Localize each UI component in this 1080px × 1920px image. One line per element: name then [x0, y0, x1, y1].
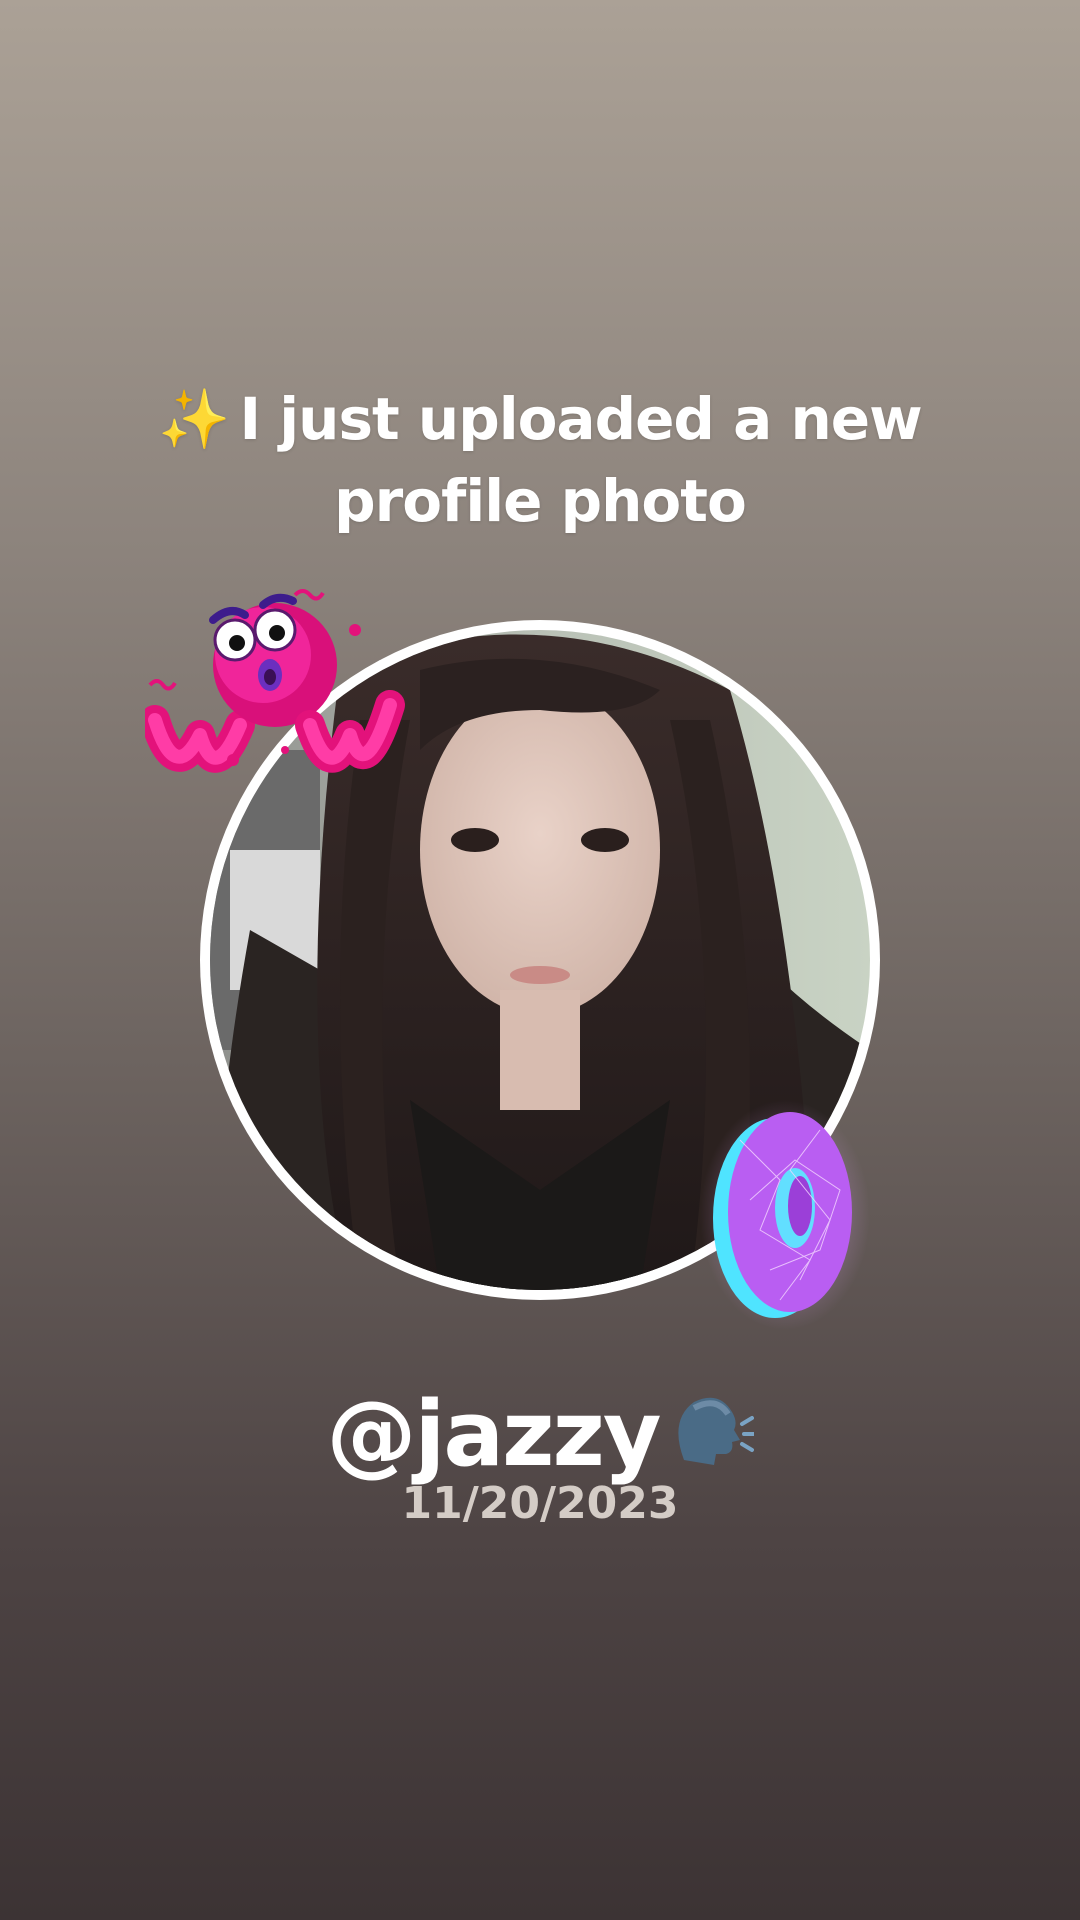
- headline-text: I just uploaded a new profile photo: [239, 385, 923, 535]
- speaking-head-icon: [664, 1390, 756, 1490]
- handle-text: @jazzy: [326, 1382, 661, 1487]
- donut-sticker[interactable]: [700, 1100, 870, 1330]
- user-handle[interactable]: @jazzy: [0, 1385, 1080, 1490]
- wow-sticker[interactable]: [140, 585, 415, 800]
- sparkles-icon: ✨: [158, 385, 230, 453]
- post-date: 11/20/2023: [401, 1478, 679, 1529]
- story-headline: ✨ I just uploaded a new profile photo: [90, 378, 990, 542]
